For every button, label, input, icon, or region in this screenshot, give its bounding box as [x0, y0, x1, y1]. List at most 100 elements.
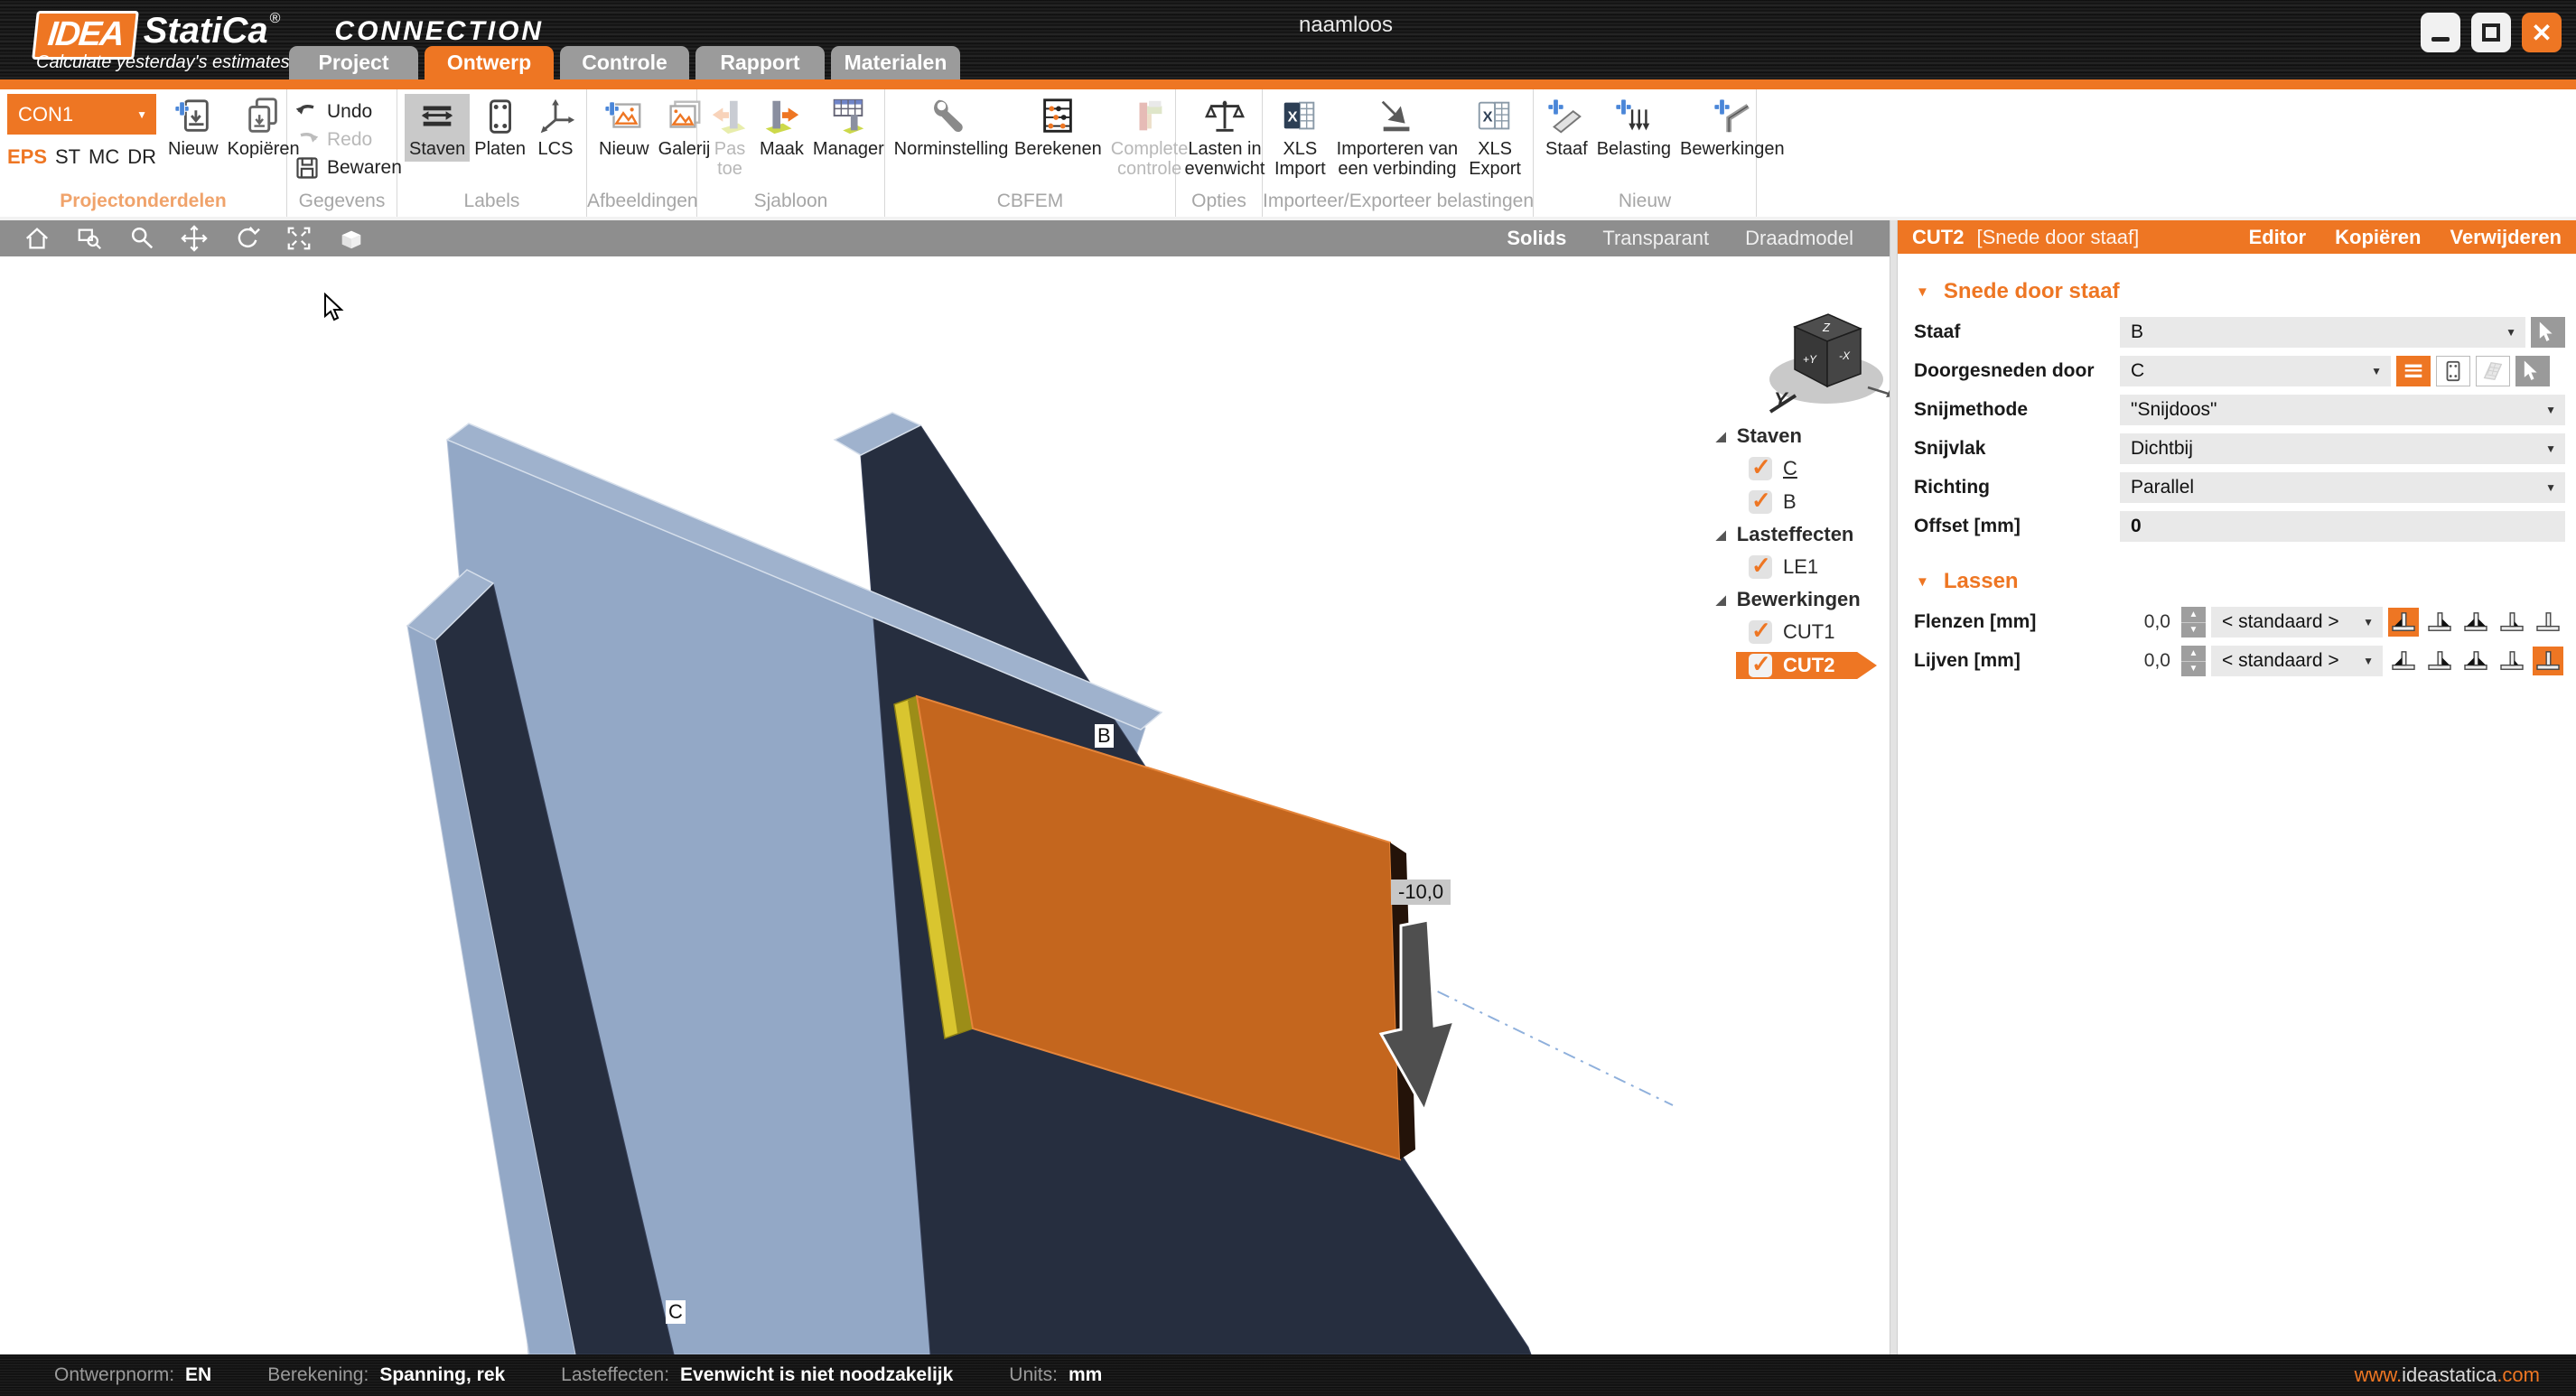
webs-weld-material-select[interactable]: < standaard >	[2211, 646, 2383, 676]
flanges-weld-stepper[interactable]: ▲▼	[2181, 607, 2206, 638]
tab-rapport[interactable]: Rapport	[695, 46, 825, 79]
cube-face-plus-y[interactable]: +Y	[1803, 353, 1817, 366]
collapse-icon[interactable]: ◢	[1716, 592, 1726, 608]
import-connection-button[interactable]: Importeren van een verbinding	[1330, 94, 1465, 181]
analysis-value[interactable]: Spanning, rek	[379, 1364, 505, 1386]
mode-eps[interactable]: EPS	[7, 145, 47, 169]
new-project-item-button[interactable]: Nieuw	[163, 94, 223, 162]
new-load-button[interactable]: Belasting	[1592, 94, 1675, 162]
flanges-weld-size[interactable]: 0,0	[2120, 611, 2176, 633]
tree-item-le1[interactable]: LE1	[1749, 554, 1890, 581]
cut-by-plate-toggle[interactable]	[2436, 356, 2470, 386]
units-value[interactable]: mm	[1069, 1364, 1102, 1386]
checkbox-checked-icon[interactable]	[1749, 457, 1772, 480]
labels-platen-toggle[interactable]: Platen	[470, 94, 530, 162]
weld-type-butt-button[interactable]	[2533, 647, 2563, 675]
minimize-button[interactable]	[2421, 13, 2460, 52]
solid-box-icon[interactable]	[338, 225, 365, 252]
weld-type-bevel-button[interactable]	[2497, 647, 2527, 675]
cube-face-minus-x[interactable]: -X	[1839, 349, 1851, 362]
tree-section-lasteffecten[interactable]: ◢ Lasteffecten	[1716, 523, 1890, 546]
collapse-icon[interactable]: ◢	[1716, 429, 1726, 444]
viewport-3d[interactable]: Solids Transparant Draadmodel	[0, 220, 1890, 1354]
tree-item-cut2-selected[interactable]: CUT2	[1736, 652, 1877, 679]
tree-item-c[interactable]: C	[1749, 455, 1890, 482]
checkbox-checked-icon[interactable]	[1749, 654, 1772, 677]
weld-type-bevel-button[interactable]	[2497, 608, 2527, 637]
weld-type-fillet-left-button[interactable]	[2388, 647, 2419, 675]
pan-icon[interactable]	[181, 225, 208, 252]
panel-splitter[interactable]	[1890, 220, 1898, 1354]
labels-staven-toggle[interactable]: Staven	[405, 94, 470, 162]
tab-controle[interactable]: Controle	[560, 46, 689, 79]
loads-equilibrium-button[interactable]: Lasten in evenwicht	[1183, 94, 1266, 181]
code-setup-button[interactable]: Norminstelling	[892, 94, 1010, 162]
xls-import-button[interactable]: X XLS Import	[1270, 94, 1330, 181]
home-view-icon[interactable]	[23, 225, 51, 252]
weld-type-fillet-right-button[interactable]	[2424, 608, 2455, 637]
load-effects-value[interactable]: Evenwicht is niet noodzakelijk	[680, 1364, 953, 1386]
cut-plane-select[interactable]: Dichtbij	[2120, 433, 2565, 464]
tree-section-staven[interactable]: ◢ Staven	[1716, 424, 1890, 448]
view-mode-solids[interactable]: Solids	[1507, 227, 1566, 250]
template-apply-button[interactable]: Pas toe	[705, 94, 755, 181]
cut-by-select[interactable]: C	[2120, 356, 2391, 386]
design-code-value[interactable]: EN	[185, 1364, 211, 1386]
flanges-weld-material-select[interactable]: < standaard >	[2211, 607, 2383, 638]
pick-member-button[interactable]	[2531, 317, 2565, 348]
redo-button[interactable]: Redo	[294, 126, 372, 154]
rotate-view-icon[interactable]	[233, 225, 260, 252]
xls-export-button[interactable]: X XLS Export	[1464, 94, 1526, 181]
new-image-button[interactable]: Nieuw	[594, 94, 654, 162]
template-manager-button[interactable]: Manager	[808, 94, 889, 162]
offset-input[interactable]: 0	[2120, 511, 2565, 542]
maximize-button[interactable]	[2471, 13, 2511, 52]
view-mode-wireframe[interactable]: Draadmodel	[1745, 227, 1853, 250]
scene-3d[interactable]	[0, 256, 1890, 1354]
collapse-icon[interactable]: ◢	[1716, 527, 1726, 543]
project-item-select[interactable]: CON1	[7, 94, 156, 135]
calculate-button[interactable]: Berekenen	[1010, 94, 1106, 162]
weld-type-fillet-both-button[interactable]	[2460, 608, 2491, 637]
mode-dr[interactable]: DR	[127, 145, 156, 169]
section-welds-header[interactable]: ▼ Lassen	[1916, 569, 2576, 594]
new-operation-button[interactable]: Bewerkingen	[1675, 94, 1789, 162]
weld-type-butt-button[interactable]	[2533, 608, 2563, 637]
zoom-window-icon[interactable]	[76, 225, 103, 252]
checkbox-checked-icon[interactable]	[1749, 490, 1772, 514]
webs-weld-stepper[interactable]: ▲▼	[2181, 646, 2206, 676]
checkbox-checked-icon[interactable]	[1749, 620, 1772, 644]
mode-st[interactable]: ST	[55, 145, 80, 169]
cut-by-surface-toggle[interactable]	[2476, 356, 2510, 386]
section-cut-header[interactable]: ▼ Snede door staaf	[1916, 279, 2576, 304]
view-mode-transparent[interactable]: Transparant	[1602, 227, 1709, 250]
undo-button[interactable]: Undo	[294, 98, 372, 126]
webs-weld-size[interactable]: 0,0	[2120, 650, 2176, 672]
delete-operation-button[interactable]: Verwijderen	[2450, 226, 2562, 249]
copy-operation-button[interactable]: Kopiëren	[2335, 226, 2421, 249]
tree-item-cut1[interactable]: CUT1	[1749, 619, 1890, 646]
website-link[interactable]: www.ideastatica.com	[2355, 1363, 2540, 1387]
cut-method-select[interactable]: "Snijdoos"	[2120, 395, 2565, 425]
pick-cutting-member-button[interactable]	[2515, 356, 2550, 386]
mode-mc[interactable]: MC	[89, 145, 119, 169]
weld-type-fillet-both-button[interactable]	[2460, 647, 2491, 675]
weld-type-fillet-left-button[interactable]	[2388, 608, 2419, 637]
new-member-button[interactable]: Staaf	[1541, 94, 1592, 162]
cut-by-member-toggle[interactable]	[2396, 356, 2431, 386]
weld-type-fillet-right-button[interactable]	[2424, 647, 2455, 675]
cube-face-z[interactable]: Z	[1822, 321, 1831, 334]
tab-ontwerp[interactable]: Ontwerp	[425, 46, 554, 79]
template-make-button[interactable]: Maak	[755, 94, 808, 162]
zoom-icon[interactable]	[128, 225, 155, 252]
labels-lcs-toggle[interactable]: LCS	[530, 94, 581, 162]
navigation-cube[interactable]: Z +Y -X Y	[1754, 302, 1890, 423]
close-button[interactable]: ✕	[2522, 13, 2562, 52]
editor-button[interactable]: Editor	[2249, 226, 2307, 249]
tree-section-bewerkingen[interactable]: ◢ Bewerkingen	[1716, 588, 1890, 611]
checkbox-checked-icon[interactable]	[1749, 555, 1772, 579]
zoom-fit-icon[interactable]	[285, 225, 313, 252]
tab-materialen[interactable]: Materialen	[831, 46, 960, 79]
save-button[interactable]: Bewaren	[294, 154, 402, 181]
tree-item-b[interactable]: B	[1749, 489, 1890, 516]
